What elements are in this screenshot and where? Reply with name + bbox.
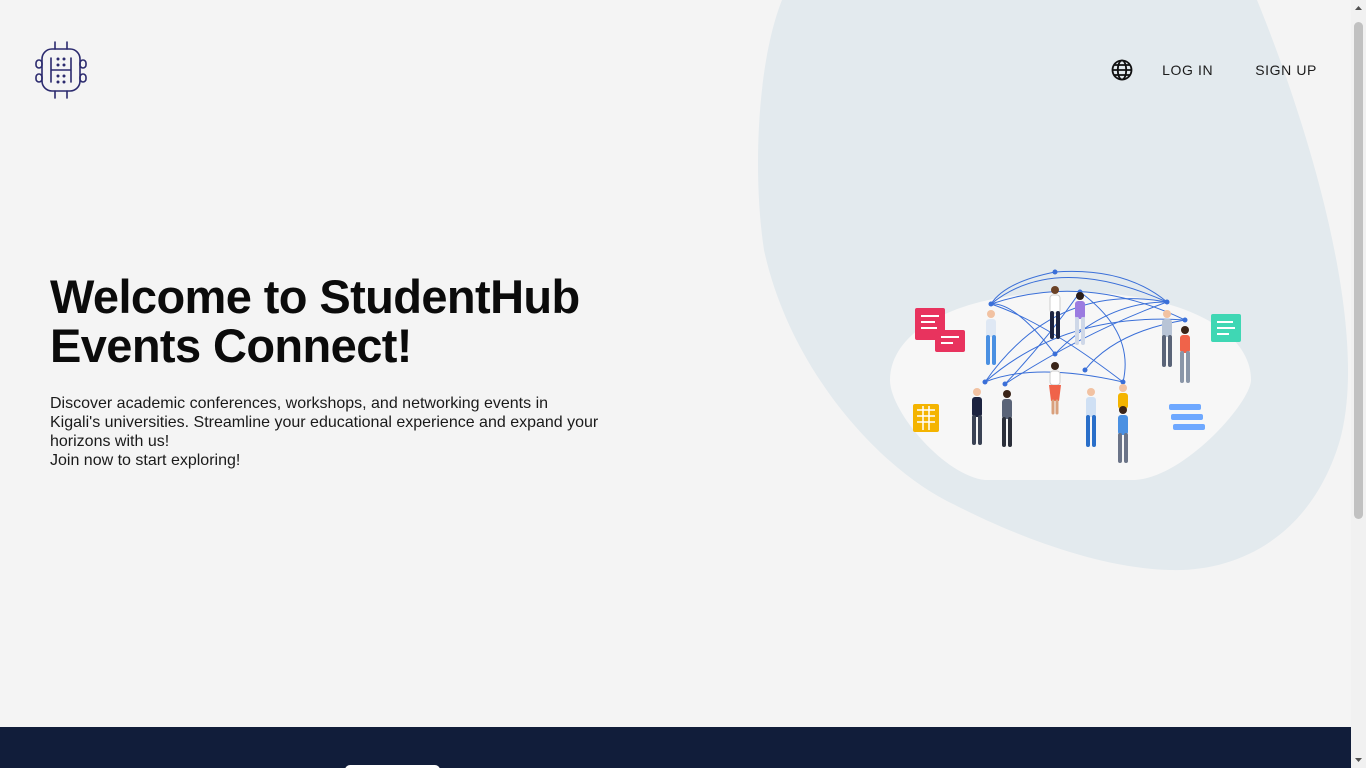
login-button[interactable]: LOG IN [1162,60,1213,80]
globe-icon[interactable] [1110,58,1134,82]
scroll-down-arrow-icon[interactable] [1351,751,1366,768]
landing-page: LOG IN SIGN UP Welcome to StudentHub Eve… [0,0,1351,768]
studenthub-logo-icon[interactable] [32,40,90,100]
hero-title: Welcome to StudentHub Events Connect! [50,272,610,370]
hero-section: Welcome to StudentHub Events Connect! Di… [50,272,610,470]
footer-band [0,727,1351,768]
hero-title-line-2: Events Connect! [50,319,412,372]
scrollbar-thumb[interactable] [1354,22,1363,519]
top-navigation: LOG IN SIGN UP [1110,58,1317,82]
vertical-scrollbar[interactable] [1351,0,1366,768]
hero-cta-text: Join now to start exploring! [50,452,241,469]
hero-description-text: Discover academic conferences, workshops… [50,395,599,450]
networking-people-illustration [890,269,1251,480]
scroll-up-arrow-icon[interactable] [1351,0,1366,17]
hero-title-line-1: Welcome to StudentHub [50,270,580,323]
hero-description: Discover academic conferences, workshops… [50,394,600,470]
signup-button[interactable]: SIGN UP [1255,60,1317,80]
